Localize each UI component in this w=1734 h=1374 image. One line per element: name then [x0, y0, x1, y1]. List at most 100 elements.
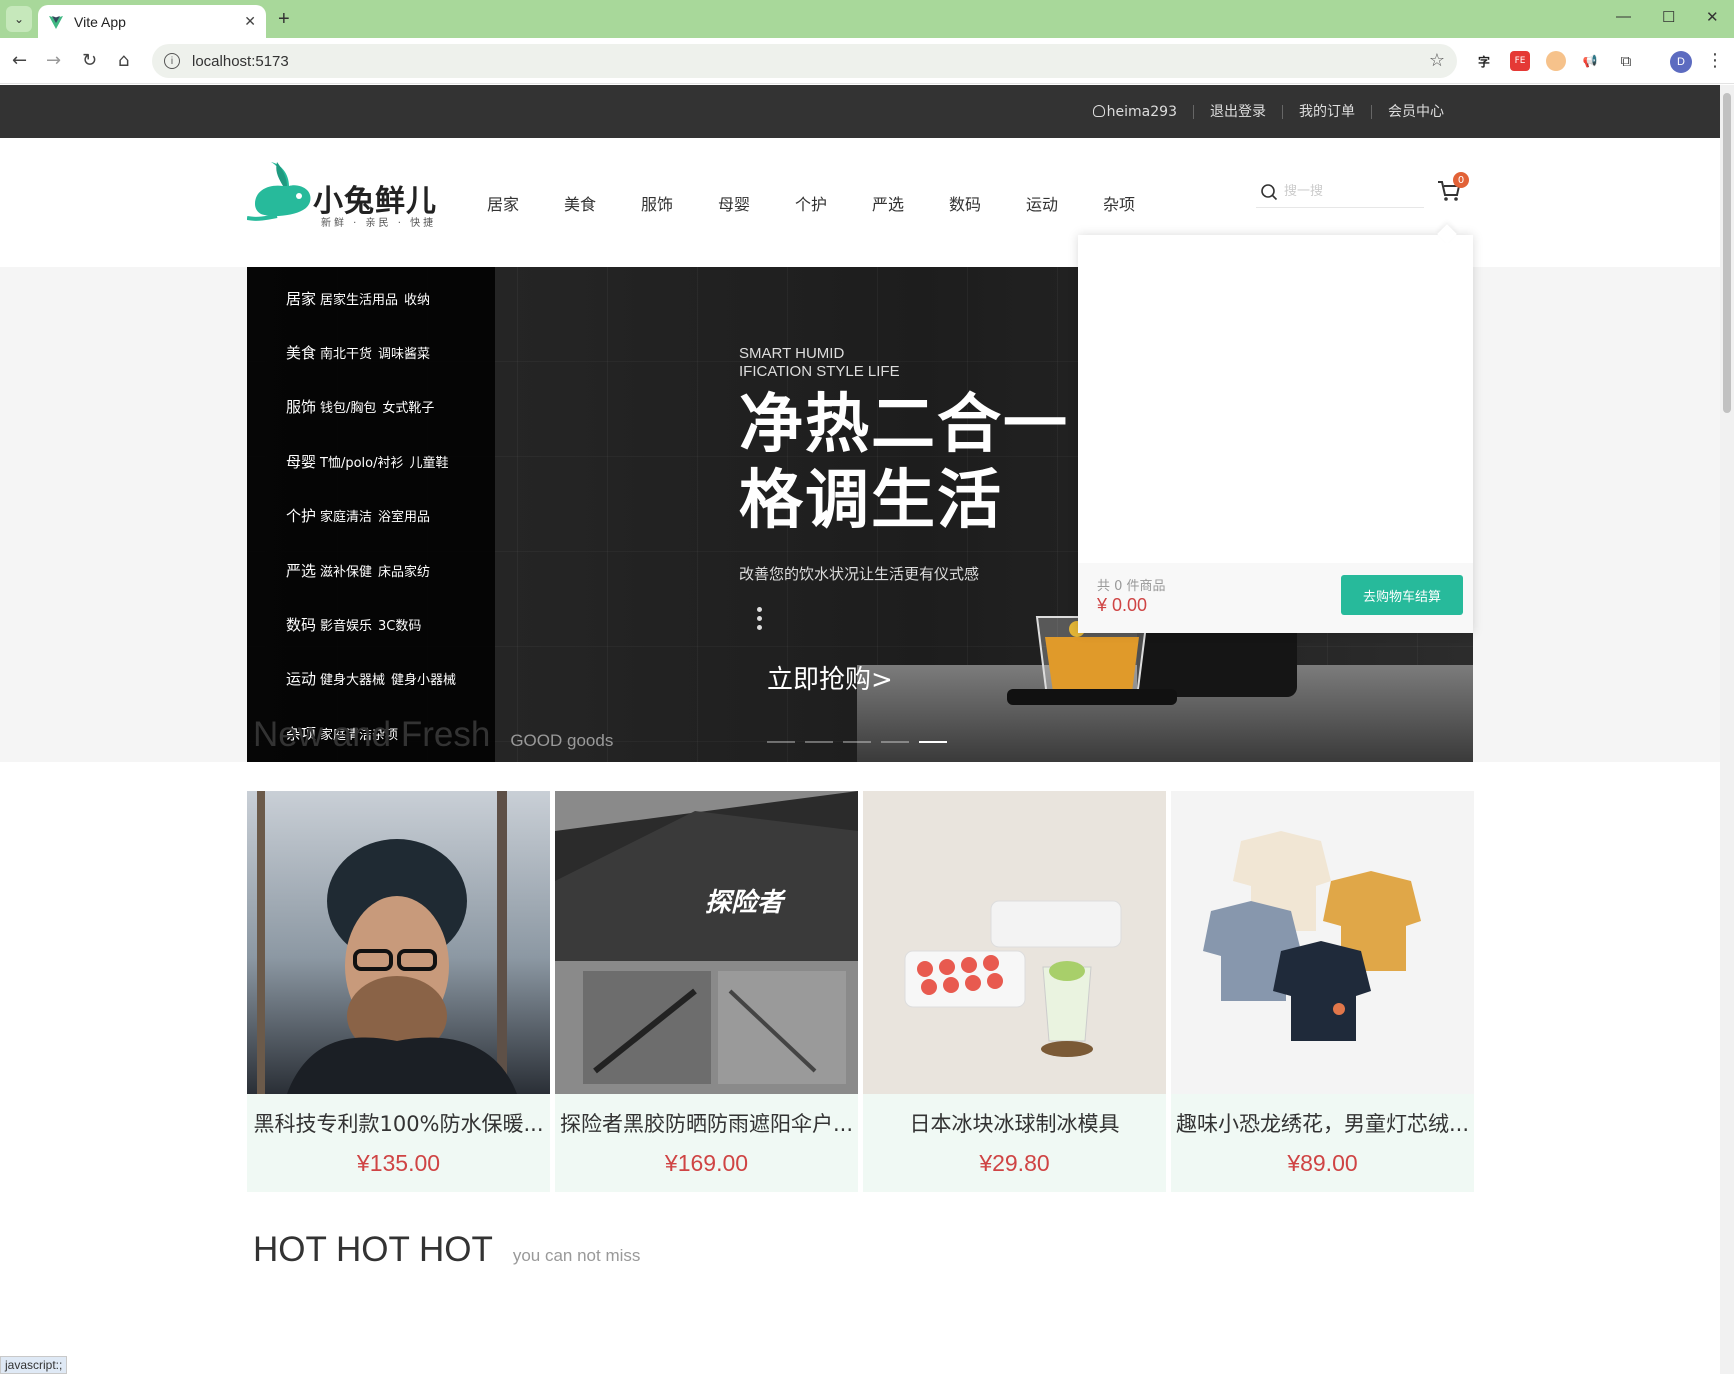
category-item[interactable]: 母婴 T恤/polo/衬衫 儿童鞋 [247, 434, 495, 488]
cart-total-price: ¥ 0.00 [1097, 595, 1148, 615]
nav-item-digital[interactable]: 数码 [949, 191, 1026, 215]
tab-close-icon[interactable]: ✕ [244, 13, 256, 30]
category-sub-link[interactable]: T恤/polo/衬衫 [320, 452, 403, 471]
browser-menu-icon[interactable]: ⋮ [1706, 50, 1724, 71]
category-name[interactable]: 母婴 [286, 451, 316, 472]
category-name[interactable]: 个护 [286, 505, 316, 526]
extensions-puzzle-icon[interactable]: ⧉ [1616, 51, 1636, 71]
carousel-dot[interactable] [881, 741, 909, 743]
site-info-icon[interactable]: i [164, 53, 180, 69]
nav-item-sports[interactable]: 运动 [1026, 191, 1103, 215]
category-item[interactable]: 个护 家庭清洁 浴室用品 [247, 489, 495, 543]
nav-item-food[interactable]: 美食 [564, 191, 641, 215]
username[interactable]: heima293 [1107, 104, 1177, 120]
browser-tab[interactable]: Vite App ✕ [38, 5, 266, 38]
umbrella-image: 探险者 [555, 791, 858, 1084]
category-sub-link[interactable]: 儿童鞋 [410, 452, 449, 471]
goods-item[interactable]: 探险者 探险者黑胶防晒防雨遮阳伞户... ¥169.00 [555, 791, 858, 1192]
goods-price: ¥135.00 [356, 1150, 441, 1176]
category-sub-link[interactable]: 女式靴子 [382, 397, 434, 416]
carousel-dot[interactable] [843, 741, 871, 743]
bookmark-star-icon[interactable]: ☆ [1429, 50, 1445, 71]
category-item[interactable]: 数码 影音娱乐 3C数码 [247, 597, 495, 651]
profile-avatar[interactable]: D [1670, 51, 1692, 73]
maximize-icon[interactable]: ☐ [1662, 8, 1675, 26]
address-bar[interactable]: i localhost:5173 ☆ [152, 44, 1457, 78]
page-scrollbar[interactable] [1720, 85, 1734, 1374]
category-item[interactable]: 居家 居家生活用品 收纳 [247, 271, 495, 325]
category-item[interactable]: 美食 南北干货 调味酱菜 [247, 325, 495, 379]
page: heima293 退出登录 我的订单 会员中心 小兔鲜儿 新鲜 · 亲民 · 快… [0, 85, 1720, 1374]
my-orders-link[interactable]: 我的订单 [1282, 104, 1371, 119]
category-item[interactable]: 服饰 钱包/胸包 女式靴子 [247, 380, 495, 434]
translate-extension-icon[interactable]: 字 [1474, 51, 1494, 71]
category-sub-link[interactable]: 家庭清洁 [320, 506, 372, 525]
category-item[interactable]: 运动 健身大器械 健身小器械 [247, 652, 495, 706]
goods-image[interactable]: 探险者 [555, 791, 858, 1094]
category-name[interactable]: 服饰 [286, 396, 316, 417]
category-sub-link[interactable]: 浴室用品 [378, 506, 430, 525]
category-sub-link[interactable]: 床品家纺 [378, 561, 430, 580]
nav-item-apparel[interactable]: 服饰 [641, 191, 718, 215]
carousel-indicators [767, 741, 947, 743]
category-sub-link[interactable]: 钱包/胸包 [320, 397, 376, 416]
carousel-dot[interactable] [767, 741, 795, 743]
scrollbar-thumb[interactable] [1723, 93, 1731, 413]
goods-item[interactable]: 日本冰块冰球制冰模具 ¥29.80 [863, 791, 1166, 1192]
goods-item[interactable]: 趣味小恐龙绣花，男童灯芯绒... ¥89.00 [1171, 791, 1474, 1192]
category-name[interactable]: 运动 [286, 668, 316, 689]
logout-link[interactable]: 退出登录 [1193, 104, 1282, 119]
back-icon[interactable]: ← [12, 50, 27, 71]
category-sub-link[interactable]: 3C数码 [378, 615, 421, 634]
go-to-cart-button[interactable]: 去购物车结算 [1341, 575, 1463, 615]
member-center-link[interactable]: 会员中心 [1371, 104, 1460, 119]
category-sub-link[interactable]: 居家生活用品 [320, 289, 398, 308]
new-tab-icon[interactable]: + [278, 8, 290, 31]
tab-search-button[interactable]: ⌄ [6, 6, 32, 32]
site-logo[interactable]: 小兔鲜儿 新鲜 · 亲民 · 快捷 [247, 160, 447, 230]
category-item[interactable]: 严选 滋补保健 床品家纺 [247, 543, 495, 597]
carousel-dot-active[interactable] [919, 741, 947, 743]
user-link[interactable]: heima293 [1077, 104, 1193, 120]
category-sub-link[interactable]: 南北干货 [320, 343, 372, 362]
category-sub-link[interactable]: 健身小器械 [391, 669, 456, 688]
window-close-icon[interactable]: ✕ [1706, 8, 1719, 26]
goods-image[interactable] [1171, 791, 1474, 1094]
carousel-dot[interactable] [805, 741, 833, 743]
hot-section-header: HOT HOT HOT you can not miss [253, 1230, 640, 1270]
goods-name: 黑科技专利款100%防水保暖... [253, 1112, 544, 1136]
goods-item[interactable]: 黑科技专利款100%防水保暖... ¥135.00 [247, 791, 550, 1192]
nav-item-care[interactable]: 个护 [795, 191, 872, 215]
category-name[interactable]: 严选 [286, 560, 316, 581]
user-icon [1092, 104, 1105, 117]
category-sub-link[interactable]: 滋补保健 [320, 561, 372, 580]
megaphone-extension-icon[interactable]: 📢 [1580, 51, 1600, 71]
nav-item-baby[interactable]: 母婴 [718, 191, 795, 215]
nav-item-select[interactable]: 严选 [872, 191, 949, 215]
category-sub-link[interactable]: 调味酱菜 [378, 343, 430, 362]
category-name[interactable]: 居家 [286, 288, 316, 309]
home-icon[interactable]: ⌂ [118, 50, 129, 71]
forward-icon[interactable]: → [46, 50, 61, 71]
minimize-icon[interactable]: — [1616, 8, 1631, 25]
goods-image[interactable] [863, 791, 1166, 1094]
search-icon[interactable] [1260, 183, 1278, 201]
category-sub-link[interactable]: 收纳 [404, 289, 430, 308]
category-sub-link[interactable]: 健身大器械 [320, 669, 385, 688]
fe-extension-icon[interactable]: FE [1510, 51, 1530, 71]
cart-count-badge: 0 [1453, 172, 1469, 188]
more-options-icon[interactable] [757, 607, 763, 634]
banner-english-tagline: SMART HUMID IFICATION STYLE LIFE [739, 345, 900, 381]
cart-button[interactable]: 0 [1436, 172, 1469, 208]
url-text[interactable]: localhost:5173 [192, 53, 289, 70]
banner-buy-now-link[interactable]: 立即抢购> [767, 659, 893, 696]
category-name[interactable]: 美食 [286, 342, 316, 363]
category-name[interactable]: 数码 [286, 614, 316, 635]
nav-item-misc[interactable]: 杂项 [1103, 191, 1180, 215]
face-extension-icon[interactable] [1546, 51, 1566, 71]
goods-image[interactable] [247, 791, 550, 1094]
category-sub-link[interactable]: 影音娱乐 [320, 615, 372, 634]
reload-icon[interactable]: ↻ [82, 50, 97, 71]
nav-item-home[interactable]: 居家 [487, 191, 564, 215]
search-input[interactable] [1284, 184, 1414, 199]
